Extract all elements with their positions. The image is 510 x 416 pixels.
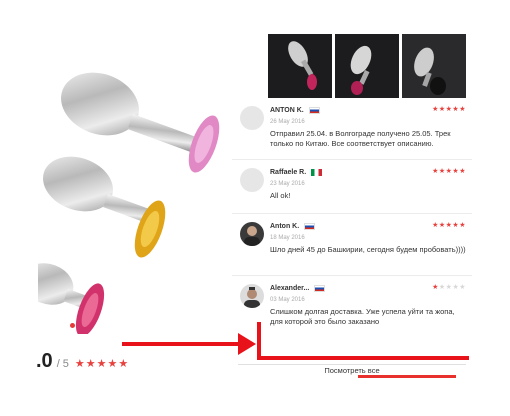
review-text: All ok!: [270, 191, 291, 200]
review-photo-3[interactable]: [402, 34, 466, 98]
carousel-indicator-dot[interactable]: [70, 323, 75, 328]
rating-total: / 5: [56, 358, 69, 370]
review-photo-2[interactable]: [335, 34, 399, 98]
review-photo-image: [414, 47, 446, 95]
avatar-placeholder: [240, 106, 264, 130]
product-image[interactable]: [38, 34, 226, 334]
avatar-image: [244, 287, 260, 308]
rating-stars: ★★★★★: [74, 358, 130, 370]
review-stars: ★★★★★: [432, 284, 466, 291]
review-date: 03 May 2016: [270, 297, 305, 303]
review-photo-1[interactable]: [268, 34, 332, 98]
review-item: Alexander... ★★★★★ 03 May 2016 Слишком д…: [232, 276, 472, 346]
reviews-panel: ANTON K. ★★★★★ 26 May 2016 Отправил 25.0…: [232, 34, 472, 384]
review-date: 23 May 2016: [270, 181, 305, 187]
review-date: 18 May 2016: [270, 235, 305, 241]
review-item: ANTON K. ★★★★★ 26 May 2016 Отправил 25.0…: [232, 98, 472, 160]
reviewer-name: Alexander...: [270, 284, 310, 292]
avatar: [240, 284, 264, 308]
rating-value: .0: [36, 350, 53, 372]
review-photo-image: [350, 45, 372, 95]
review-text: Отправил 25.04. в Волгограде получено 25…: [270, 129, 451, 148]
red-underline: [358, 375, 456, 378]
russia-flag-icon: [314, 284, 326, 292]
product-photo-illustration: [38, 72, 220, 334]
review-stars: ★★★★★: [432, 168, 466, 175]
review-text: Шло дней 45 до Башкирии, сегодня будем п…: [270, 245, 466, 254]
reviewer-name: ANTON K.: [270, 106, 304, 114]
review-photo-image: [288, 41, 317, 90]
italy-flag-icon: [311, 168, 323, 176]
review-item: Raffaele R. ★★★★★ 23 May 2016 All ok!: [232, 160, 472, 214]
annotation-bracket-horizontal: [257, 356, 469, 360]
annotation-arrow-shaft: [122, 342, 242, 346]
avatar-image: [244, 226, 260, 246]
review-date: 26 May 2016: [270, 119, 305, 125]
russia-flag-icon: [304, 222, 316, 230]
review-photo-strip: [232, 34, 472, 98]
russia-flag-icon: [308, 106, 320, 114]
review-stars: ★★★★★: [432, 222, 466, 229]
avatar-placeholder: [240, 168, 264, 192]
product-rating: .0 / 5 ★★★★★: [36, 350, 130, 372]
reviewer-name: Raffaele R.: [270, 168, 307, 176]
review-item: Anton K. ★★★★★ 18 May 2016 Шло дней 45 д…: [232, 214, 472, 276]
show-all-label: Посмотреть все: [324, 366, 380, 375]
review-text: Слишком долгая доставка. Уже успела уйти…: [270, 307, 455, 326]
annotation-bracket-vertical: [257, 322, 261, 360]
review-stars: ★★★★★: [432, 106, 466, 113]
reviewer-name: Anton K.: [270, 222, 300, 230]
annotation-arrow-head: [238, 333, 256, 355]
avatar: [240, 222, 264, 246]
show-all-button[interactable]: Посмотреть все: [238, 364, 466, 378]
